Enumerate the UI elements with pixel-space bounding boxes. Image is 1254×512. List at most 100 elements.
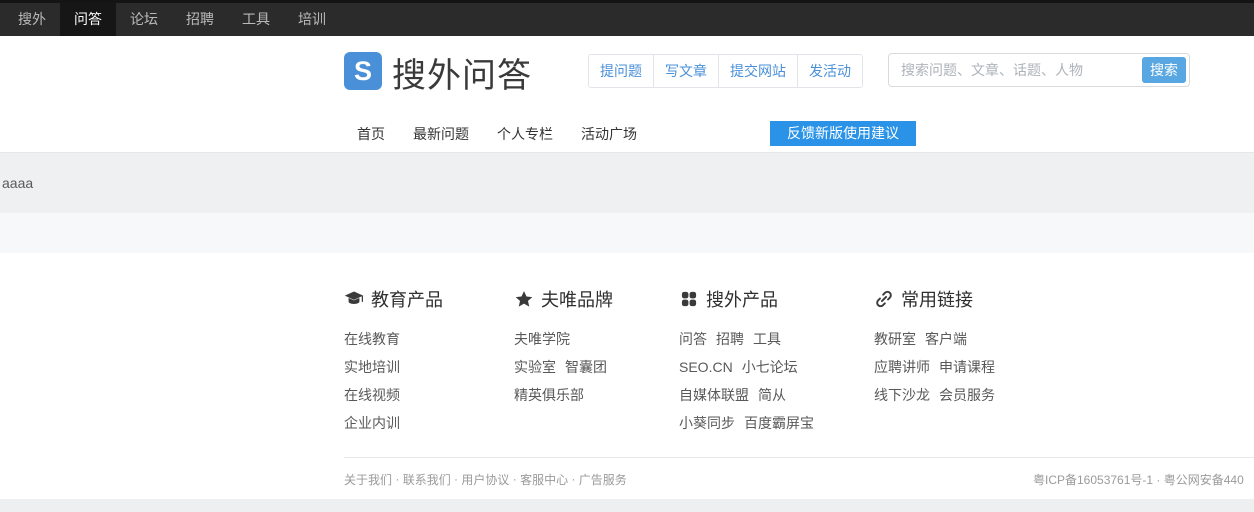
site-header: S 搜外问答 提问题 写文章 提交网站 发活动 搜索 [0, 36, 1254, 115]
topbar-item[interactable]: 工具 [228, 3, 284, 36]
footer-link[interactable]: 百度霸屏宝 [744, 415, 814, 431]
footer-link-row: 教研室 客户端 [874, 325, 1094, 353]
footer-link[interactable]: 教研室 [874, 331, 916, 347]
search-input[interactable] [889, 54, 1139, 86]
footer-link[interactable]: 企业内训 [344, 415, 400, 431]
grid-icon [679, 289, 699, 309]
footer-link[interactable]: 应聘讲师 [874, 359, 930, 375]
footer-link[interactable]: 自媒体联盟 [679, 387, 749, 403]
footer-column: 教育产品 在线教育实地培训在线视频企业内训 [344, 286, 514, 437]
footer-column: 常用链接 教研室 客户端 应聘讲师 申请课程 线下沙龙 会员服务 [874, 286, 1094, 437]
footer-link-row: 小葵同步 百度霸屏宝 [679, 409, 874, 437]
icp-text: 粤ICP备16053761号-1 · 粤公网安备440 [1033, 472, 1244, 487]
footer-link[interactable]: 问答 [679, 331, 707, 347]
footer-column-title: 常用链接 [901, 290, 973, 310]
legal-link[interactable]: 客服中心 [520, 471, 568, 488]
footer-link[interactable]: 会员服务 [939, 387, 995, 403]
subnav-item[interactable]: 首页 [357, 124, 385, 144]
footer-link-row: 应聘讲师 申请课程 [874, 353, 1094, 381]
question-title[interactable]: aaaa [2, 153, 33, 213]
footer-link-row: 问答 招聘 工具 [679, 325, 874, 353]
bottom-gray-band [0, 499, 1254, 512]
footer-link-list: 问答 招聘 工具 SEO.CN 小七论坛 自媒体联盟 简从 小葵同步 百度霸屏宝 [679, 325, 874, 437]
footer-column-title: 搜外产品 [706, 290, 778, 310]
topbar-item[interactable]: 搜外 [4, 3, 60, 36]
subnav-item[interactable]: 最新问题 [413, 124, 469, 144]
footer-column-header: 夫唯品牌 [514, 286, 679, 312]
star-icon [514, 289, 534, 309]
footer-link-list: 在线教育实地培训在线视频企业内训 [344, 325, 514, 437]
footer-link[interactable]: 精英俱乐部 [514, 387, 584, 403]
footer-link[interactable]: 夫唯学院 [514, 331, 570, 347]
footer-column-title: 夫唯品牌 [541, 290, 613, 310]
legal-separator: · [568, 472, 579, 486]
footer-bottom-bar: 关于我们 · 联系我们 · 用户协议 · 客服中心 · 广告服务 粤ICP备16… [344, 457, 1254, 499]
legal-link[interactable]: 关于我们 [344, 471, 392, 488]
topbar-item[interactable]: 论坛 [116, 3, 172, 36]
site-footer: 教育产品 在线教育实地培训在线视频企业内训 夫唯品牌 夫唯学院实验室 智囊团精英俱… [344, 253, 1254, 457]
site-title: 搜外问答 [392, 56, 532, 95]
legal-link[interactable]: 联系我们 [403, 471, 451, 488]
footer-link-row: 线下沙龙 会员服务 [874, 381, 1094, 409]
action-button[interactable]: 提交网站 [718, 55, 797, 87]
footer-link-row: SEO.CN 小七论坛 [679, 353, 874, 381]
site-logo[interactable]: S [344, 52, 382, 90]
footer-link-row: 实地培训 [344, 353, 514, 381]
graduation-cap-icon [344, 289, 364, 309]
subnav-item[interactable]: 活动广场 [581, 124, 637, 144]
action-button[interactable]: 发活动 [797, 55, 862, 87]
footer-link[interactable]: 线下沙龙 [874, 387, 930, 403]
action-button-group: 提问题 写文章 提交网站 发活动 [588, 54, 863, 88]
secondary-nav: 首页 最新问题 个人专栏 活动广场 反馈新版使用建议 [0, 115, 1254, 153]
footer-link-row: 在线教育 [344, 325, 514, 353]
subnav-item[interactable]: 个人专栏 [497, 124, 553, 144]
legal-links: 关于我们 · 联系我们 · 用户协议 · 客服中心 · 广告服务 [344, 458, 627, 500]
legal-separator: · [392, 472, 403, 486]
footer-link[interactable]: 智囊团 [565, 359, 607, 375]
footer-link-list: 教研室 客户端 应聘讲师 申请课程 线下沙龙 会员服务 [874, 325, 1094, 409]
action-button[interactable]: 提问题 [589, 55, 653, 87]
footer-column-header: 搜外产品 [679, 286, 874, 312]
search-box: 搜索 [888, 53, 1190, 87]
secondary-nav-items: 首页 最新问题 个人专栏 活动广场 [357, 115, 637, 152]
footer-link[interactable]: 简从 [758, 387, 786, 403]
footer-column-title: 教育产品 [371, 290, 443, 310]
footer-column-header: 教育产品 [344, 286, 514, 312]
legal-separator: · [509, 472, 521, 486]
top-navbar: 搜外 问答 论坛 招聘 工具 培训 [0, 0, 1254, 36]
footer-link[interactable]: 招聘 [716, 331, 744, 347]
topbar-item[interactable]: 培训 [284, 3, 340, 36]
footer-link[interactable]: 申请课程 [939, 359, 995, 375]
search-button[interactable]: 搜索 [1142, 57, 1186, 83]
topbar-item[interactable]: 招聘 [172, 3, 228, 36]
footer-link[interactable]: 在线教育 [344, 331, 400, 347]
footer-link[interactable]: 小葵同步 [679, 415, 735, 431]
link-icon [874, 289, 894, 309]
footer-link-row: 在线视频 [344, 381, 514, 409]
empty-band [0, 213, 1254, 253]
top-navbar-items: 搜外 问答 论坛 招聘 工具 培训 [4, 3, 340, 36]
footer-link[interactable]: 实地培训 [344, 359, 400, 375]
footer-link[interactable]: 工具 [753, 331, 781, 347]
footer-link-row: 精英俱乐部 [514, 381, 679, 409]
footer-columns: 教育产品 在线教育实地培训在线视频企业内训 夫唯品牌 夫唯学院实验室 智囊团精英俱… [344, 253, 1254, 437]
footer-link[interactable]: 实验室 [514, 359, 556, 375]
footer-link-list: 夫唯学院实验室 智囊团精英俱乐部 [514, 325, 679, 409]
feedback-button[interactable]: 反馈新版使用建议 [770, 121, 916, 146]
footer-link[interactable]: 客户端 [925, 331, 967, 347]
logo-letter: S [353, 55, 372, 86]
footer-link[interactable]: SEO.CN [679, 359, 733, 375]
footer-column: 夫唯品牌 夫唯学院实验室 智囊团精英俱乐部 [514, 286, 679, 437]
topbar-item[interactable]: 问答 [60, 3, 116, 36]
question-band: aaaa [0, 153, 1254, 213]
footer-link-row: 自媒体联盟 简从 [679, 381, 874, 409]
legal-link[interactable]: 用户协议 [461, 471, 509, 488]
action-button[interactable]: 写文章 [653, 55, 718, 87]
footer-link-row: 实验室 智囊团 [514, 353, 679, 381]
footer-link[interactable]: 在线视频 [344, 387, 400, 403]
legal-link[interactable]: 广告服务 [579, 471, 627, 488]
footer-column-header: 常用链接 [874, 286, 1094, 312]
footer-link-row: 企业内训 [344, 409, 514, 437]
footer-link[interactable]: 小七论坛 [742, 359, 798, 375]
footer-link-row: 夫唯学院 [514, 325, 679, 353]
